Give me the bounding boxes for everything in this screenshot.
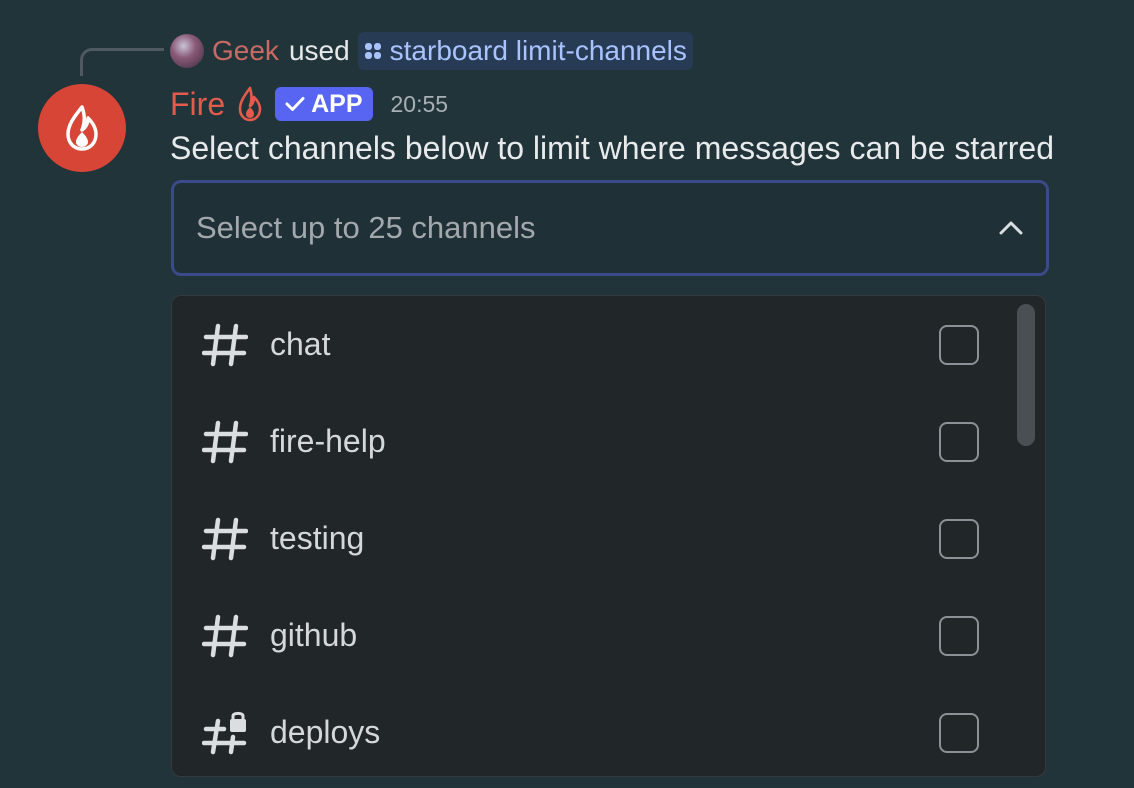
option-github[interactable]: github — [172, 587, 1045, 684]
reply-action-text: used — [288, 35, 350, 66]
author-name[interactable]: Fire — [170, 86, 225, 123]
option-checkbox[interactable] — [939, 712, 979, 753]
command-mention[interactable]: starboard limit-channels — [357, 32, 693, 70]
text-channel-icon — [202, 420, 248, 464]
option-testing[interactable]: testing — [172, 490, 1045, 587]
option-label: github — [270, 617, 358, 653]
text-channel-icon — [202, 323, 248, 367]
text-channel-icon — [202, 614, 248, 658]
option-fire-help[interactable]: fire-help — [172, 393, 1045, 490]
channel-select-menu[interactable]: Select up to 25 channels — [171, 180, 1049, 276]
fire-logo-icon — [66, 105, 98, 151]
option-label: deploys — [270, 714, 381, 750]
option-checkbox[interactable] — [939, 518, 979, 559]
message-content: Select channels below to limit where mes… — [170, 130, 1054, 166]
option-label: testing — [270, 520, 365, 556]
interaction-reply-bar: Geek used starboard limit-channels — [170, 32, 693, 70]
option-label: chat — [270, 326, 331, 362]
option-checkbox[interactable] — [939, 324, 979, 365]
app-badge: APP — [275, 87, 373, 121]
option-checkbox[interactable] — [939, 615, 979, 656]
message-timestamp[interactable]: 20:55 — [391, 91, 449, 118]
text-channel-icon — [202, 517, 248, 561]
channel-options-list: chat fire-help testing github deploys — [171, 295, 1046, 777]
command-name: starboard limit-channels — [389, 35, 687, 66]
scrollbar-thumb[interactable] — [1017, 304, 1035, 446]
app-badge-label: APP — [311, 89, 363, 118]
message-header: Fire APP 20:55 — [170, 84, 448, 124]
option-checkbox[interactable] — [939, 421, 979, 462]
option-deploys[interactable]: deploys — [172, 684, 1045, 776]
flame-emoji-icon — [238, 86, 262, 122]
author-avatar[interactable] — [38, 84, 126, 172]
chevron-up-icon[interactable] — [998, 220, 1024, 236]
slash-command-icon — [364, 43, 381, 59]
option-chat[interactable]: chat — [172, 296, 1045, 393]
reply-connector-line — [80, 48, 164, 76]
locked-channel-icon — [202, 711, 247, 755]
reply-username[interactable]: Geek — [212, 35, 279, 67]
verified-check-icon — [285, 97, 305, 111]
reply-user-avatar[interactable] — [170, 34, 204, 68]
option-label: fire-help — [270, 423, 386, 459]
select-placeholder: Select up to 25 channels — [196, 210, 536, 245]
